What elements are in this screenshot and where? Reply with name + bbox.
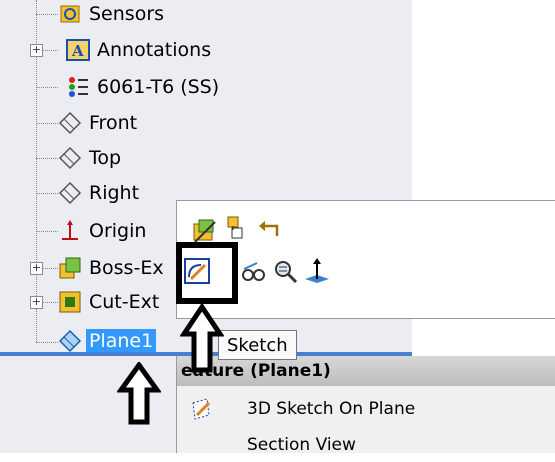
plane-icon [58,111,82,135]
tree-guide-line [36,123,58,124]
tree-item-label: Annotations [97,39,212,61]
sketch-highlight-box [176,242,238,304]
tree-guide-line [36,14,58,15]
copy-icon[interactable] [222,214,250,242]
menu-item-3d-sketch-on-plane[interactable]: 3D Sketch On Plane [177,392,555,426]
tree-item-label: Cut-Ext [89,291,160,313]
tree-item-right-plane[interactable]: Right [58,177,142,209]
hide-show-icon[interactable] [239,257,267,285]
tree-item-annotations[interactable]: A Annotations [66,34,214,66]
tree-guide-line [36,87,58,88]
sketch-tooltip: Sketch [218,330,297,360]
plane-icon [58,146,82,170]
up-arrow-annotation [180,304,224,373]
material-icon [66,75,90,99]
expand-toggle[interactable]: + [30,296,43,309]
tree-item-label: Plane1 [86,329,157,353]
tree-guide-line [36,231,58,232]
plane-icon [58,329,82,353]
context-menu: eature (Plane1) 3D Sketch On Plane Secti… [176,356,555,455]
cut-extrude-icon [58,290,82,314]
up-arrow-annotation [117,362,161,425]
tree-item-origin[interactable]: Origin [58,215,149,247]
rollback-icon[interactable] [257,216,285,244]
tree-item-boss-extrude[interactable]: Boss-Ex [58,252,167,284]
tree-guide-line [36,193,58,194]
tree-item-label: Front [89,112,138,134]
expand-toggle[interactable]: + [30,262,43,275]
tree-item-cut-extrude[interactable]: Cut-Ext [58,286,162,318]
tree-item-label: Origin [89,220,147,242]
sensors-icon [58,2,82,26]
tree-guide-line [36,342,58,343]
svg-text:A: A [71,42,84,60]
tree-item-sensors[interactable]: Sensors [58,0,167,30]
zoom-to-selection-icon[interactable] [271,257,299,285]
tree-item-label: Right [89,182,140,204]
plane-icon [58,181,82,205]
origin-icon [58,219,82,243]
boss-extrude-icon [58,256,82,280]
tree-item-label: Sensors [89,3,165,25]
menu-item-section-view[interactable]: Section View [177,428,555,462]
tree-item-material[interactable]: 6061-T6 (SS) [66,71,222,103]
tree-item-label: Boss-Ex [89,257,164,279]
tree-item-front-plane[interactable]: Front [58,107,140,139]
menu-item-label: 3D Sketch On Plane [247,399,416,419]
tree-item-label: Top [89,147,122,169]
normal-to-icon[interactable] [303,257,331,285]
annotations-icon: A [66,38,90,62]
tree-guide-line [36,158,58,159]
edit-feature-icon[interactable] [191,216,219,244]
tree-item-label: 6061-T6 (SS) [97,76,220,98]
graphics-area[interactable] [412,0,555,185]
expand-toggle[interactable]: + [30,44,43,57]
tree-item-top-plane[interactable]: Top [58,142,124,174]
3d-sketch-icon [189,397,213,421]
menu-item-label: Section View [247,435,356,455]
